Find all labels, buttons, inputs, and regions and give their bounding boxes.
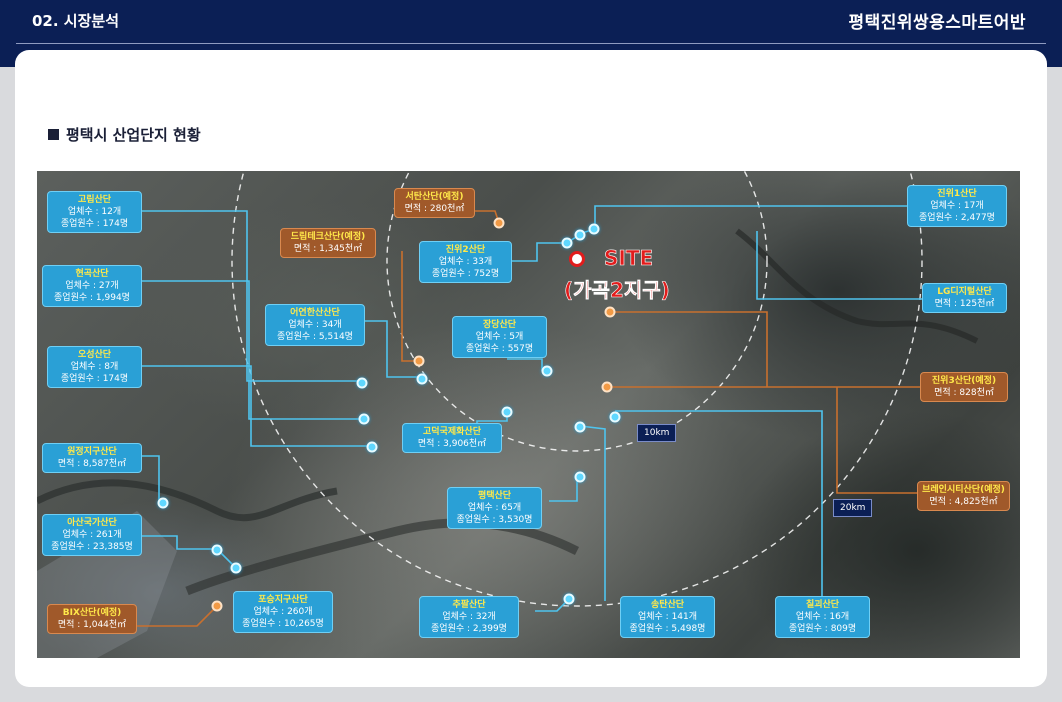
complex-label-bix[interactable]: BIX산단(예정) 면적 : 1,044천㎡ bbox=[47, 604, 137, 634]
leader-line bbox=[610, 311, 768, 387]
complex-marker[interactable] bbox=[230, 562, 242, 574]
site-marker-icon[interactable] bbox=[569, 251, 585, 267]
complex-label-drumtech[interactable]: 드림테크산단(예정) 면적 : 1,345천㎡ bbox=[280, 228, 376, 258]
river-path bbox=[37, 479, 338, 522]
industrial-complex-map: 10km 20km 고림산단 업체수 : 12개 종업원수 : 174명 현곡산… bbox=[37, 171, 1020, 658]
complex-label-eoyeon[interactable]: 어연한산산단 업체수 : 34개 종업원수 : 5,514명 bbox=[265, 304, 365, 346]
complex-label-jinwi1[interactable]: 진위1산단 업체수 : 17개 종업원수 : 2,477명 bbox=[907, 185, 1007, 227]
complex-marker[interactable] bbox=[574, 471, 586, 483]
complex-label-chupal[interactable]: 추팔산단 업체수 : 32개 종업원수 : 2,399명 bbox=[419, 596, 519, 638]
complex-marker[interactable] bbox=[563, 593, 575, 605]
square-bullet-icon bbox=[48, 129, 59, 140]
complex-label-pyeongtaek[interactable]: 평택산단 업체수 : 65개 종업원수 : 3,530명 bbox=[447, 487, 542, 529]
complex-marker[interactable] bbox=[574, 229, 586, 241]
header-divider bbox=[16, 43, 1046, 44]
complex-label-chilgoe[interactable]: 칠괴산단 업체수 : 16개 종업원수 : 809명 bbox=[775, 596, 870, 638]
complex-marker[interactable] bbox=[588, 223, 600, 235]
complex-label-asanguk[interactable]: 아산국가산단 업체수 : 261개 종업원수 : 23,385명 bbox=[42, 514, 142, 556]
complex-label-jinwi3[interactable]: 진위3산단(예정) 면적 : 828천㎡ bbox=[920, 372, 1008, 402]
section-title: 평택시 산업단지 현황 bbox=[48, 124, 201, 145]
complex-marker[interactable] bbox=[609, 411, 621, 423]
complex-label-godeok[interactable]: 고덕국제화산단 면적 : 3,906천㎡ bbox=[402, 423, 502, 453]
section-title-text: 평택시 산업단지 현황 bbox=[66, 126, 201, 144]
complex-label-hyeongok[interactable]: 현곡산단 업체수 : 27개 종업원수 : 1,994명 bbox=[42, 265, 142, 307]
complex-marker[interactable] bbox=[561, 237, 573, 249]
radius-tag-10km: 10km bbox=[637, 424, 677, 442]
complex-marker[interactable] bbox=[366, 441, 378, 453]
planned-marker[interactable] bbox=[604, 306, 616, 318]
radius-tag-20km: 20km bbox=[833, 499, 873, 517]
project-name-label: 평택진위쌍용스마트어반 bbox=[848, 13, 1026, 33]
leader-line bbox=[142, 365, 372, 447]
planned-marker[interactable] bbox=[493, 217, 505, 229]
complex-label-jangdang[interactable]: 장당산단 업체수 : 5개 종업원수 : 557명 bbox=[452, 316, 547, 358]
complex-marker[interactable] bbox=[574, 421, 586, 433]
leader-line bbox=[549, 476, 578, 502]
leader-line bbox=[362, 320, 422, 378]
existing-leader-lines bbox=[132, 205, 929, 612]
complex-marker[interactable] bbox=[501, 406, 513, 418]
complex-marker[interactable] bbox=[211, 544, 223, 556]
complex-label-songtan[interactable]: 송탄산단 업체수 : 141개 종업원수 : 5,498명 bbox=[620, 596, 715, 638]
complex-label-oseong[interactable]: 오성산단 업체수 : 8개 종업원수 : 174명 bbox=[47, 346, 142, 388]
leader-line bbox=[401, 251, 419, 362]
site-label: SITE bbox=[604, 246, 654, 271]
planned-marker[interactable] bbox=[413, 355, 425, 367]
site-sublabel: (가곡2지구) bbox=[564, 278, 670, 303]
leader-line bbox=[836, 387, 917, 494]
complex-marker[interactable] bbox=[541, 365, 553, 377]
leader-line bbox=[579, 425, 606, 601]
complex-label-poseung[interactable]: 포승지구산단 업체수 : 260개 종업원수 : 10,265명 bbox=[233, 591, 333, 633]
complex-label-seotan[interactable]: 서탄산단(예정) 면적 : 280천㎡ bbox=[394, 188, 475, 218]
complex-marker[interactable] bbox=[416, 373, 428, 385]
river-path bbox=[185, 518, 580, 596]
complex-marker[interactable] bbox=[358, 413, 370, 425]
complex-label-brain[interactable]: 브레인시티산단(예정) 면적 : 4,825천㎡ bbox=[917, 481, 1010, 511]
complex-label-gorim[interactable]: 고림산단 업체수 : 12개 종업원수 : 174명 bbox=[47, 191, 142, 233]
leader-line bbox=[142, 280, 364, 420]
leader-line bbox=[507, 358, 543, 371]
complex-label-wonjeong[interactable]: 원정지구산단 면적 : 8,587천㎡ bbox=[42, 443, 142, 473]
complex-marker[interactable] bbox=[157, 497, 169, 509]
leader-line bbox=[756, 231, 929, 300]
section-number-label: 02. 시장분석 bbox=[32, 12, 119, 30]
complex-label-jinwi2[interactable]: 진위2산단 업체수 : 33개 종업원수 : 752명 bbox=[419, 241, 512, 283]
planned-marker[interactable] bbox=[211, 600, 223, 612]
complex-label-lgdigital[interactable]: LG디지털산단 면적 : 125천㎡ bbox=[922, 283, 1007, 313]
complex-marker[interactable] bbox=[356, 377, 368, 389]
planned-marker[interactable] bbox=[601, 381, 613, 393]
map-overlay bbox=[37, 171, 979, 658]
leader-line bbox=[594, 205, 907, 229]
